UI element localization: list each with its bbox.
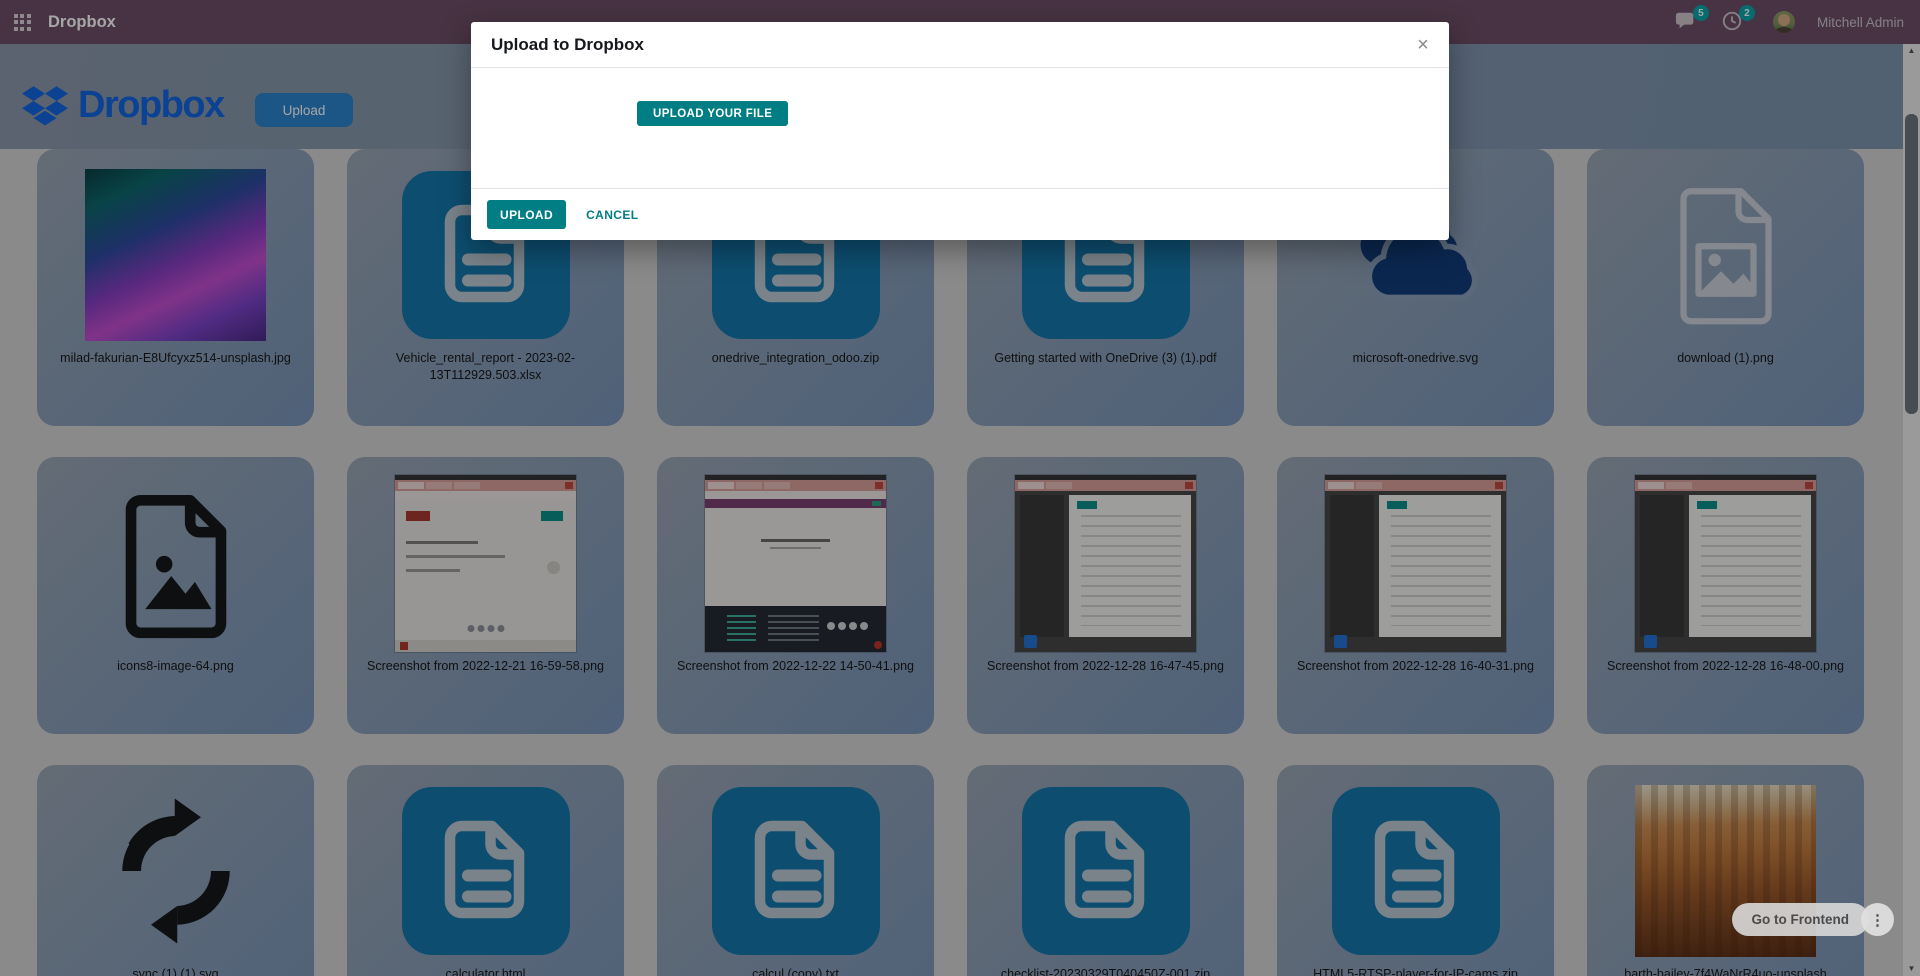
dialog-upload-button[interactable]: UPLOAD	[487, 200, 567, 229]
kebab-menu-icon[interactable]: ⋮	[1861, 903, 1894, 936]
go-to-frontend-button[interactable]: Go to Frontend	[1731, 903, 1869, 936]
dialog-footer: UPLOAD CANCEL	[471, 188, 1449, 240]
dialog-cancel-button[interactable]: CANCEL	[586, 208, 638, 222]
dialog-title: Upload to Dropbox	[491, 34, 644, 54]
frontend-switcher: Go to Frontend ⋮	[1731, 903, 1894, 936]
dialog-body: UPLOAD YOUR FILE	[471, 68, 1449, 188]
dropbox-app-page: Dropbox Upload milad-fakurian-E8Ufcyxz51…	[0, 0, 1920, 976]
close-icon[interactable]: ×	[1409, 31, 1437, 59]
dialog-header: Upload to Dropbox ×	[471, 22, 1449, 68]
upload-dialog: Upload to Dropbox × UPLOAD YOUR FILE UPL…	[471, 22, 1449, 240]
upload-your-file-button[interactable]: UPLOAD YOUR FILE	[637, 101, 789, 126]
